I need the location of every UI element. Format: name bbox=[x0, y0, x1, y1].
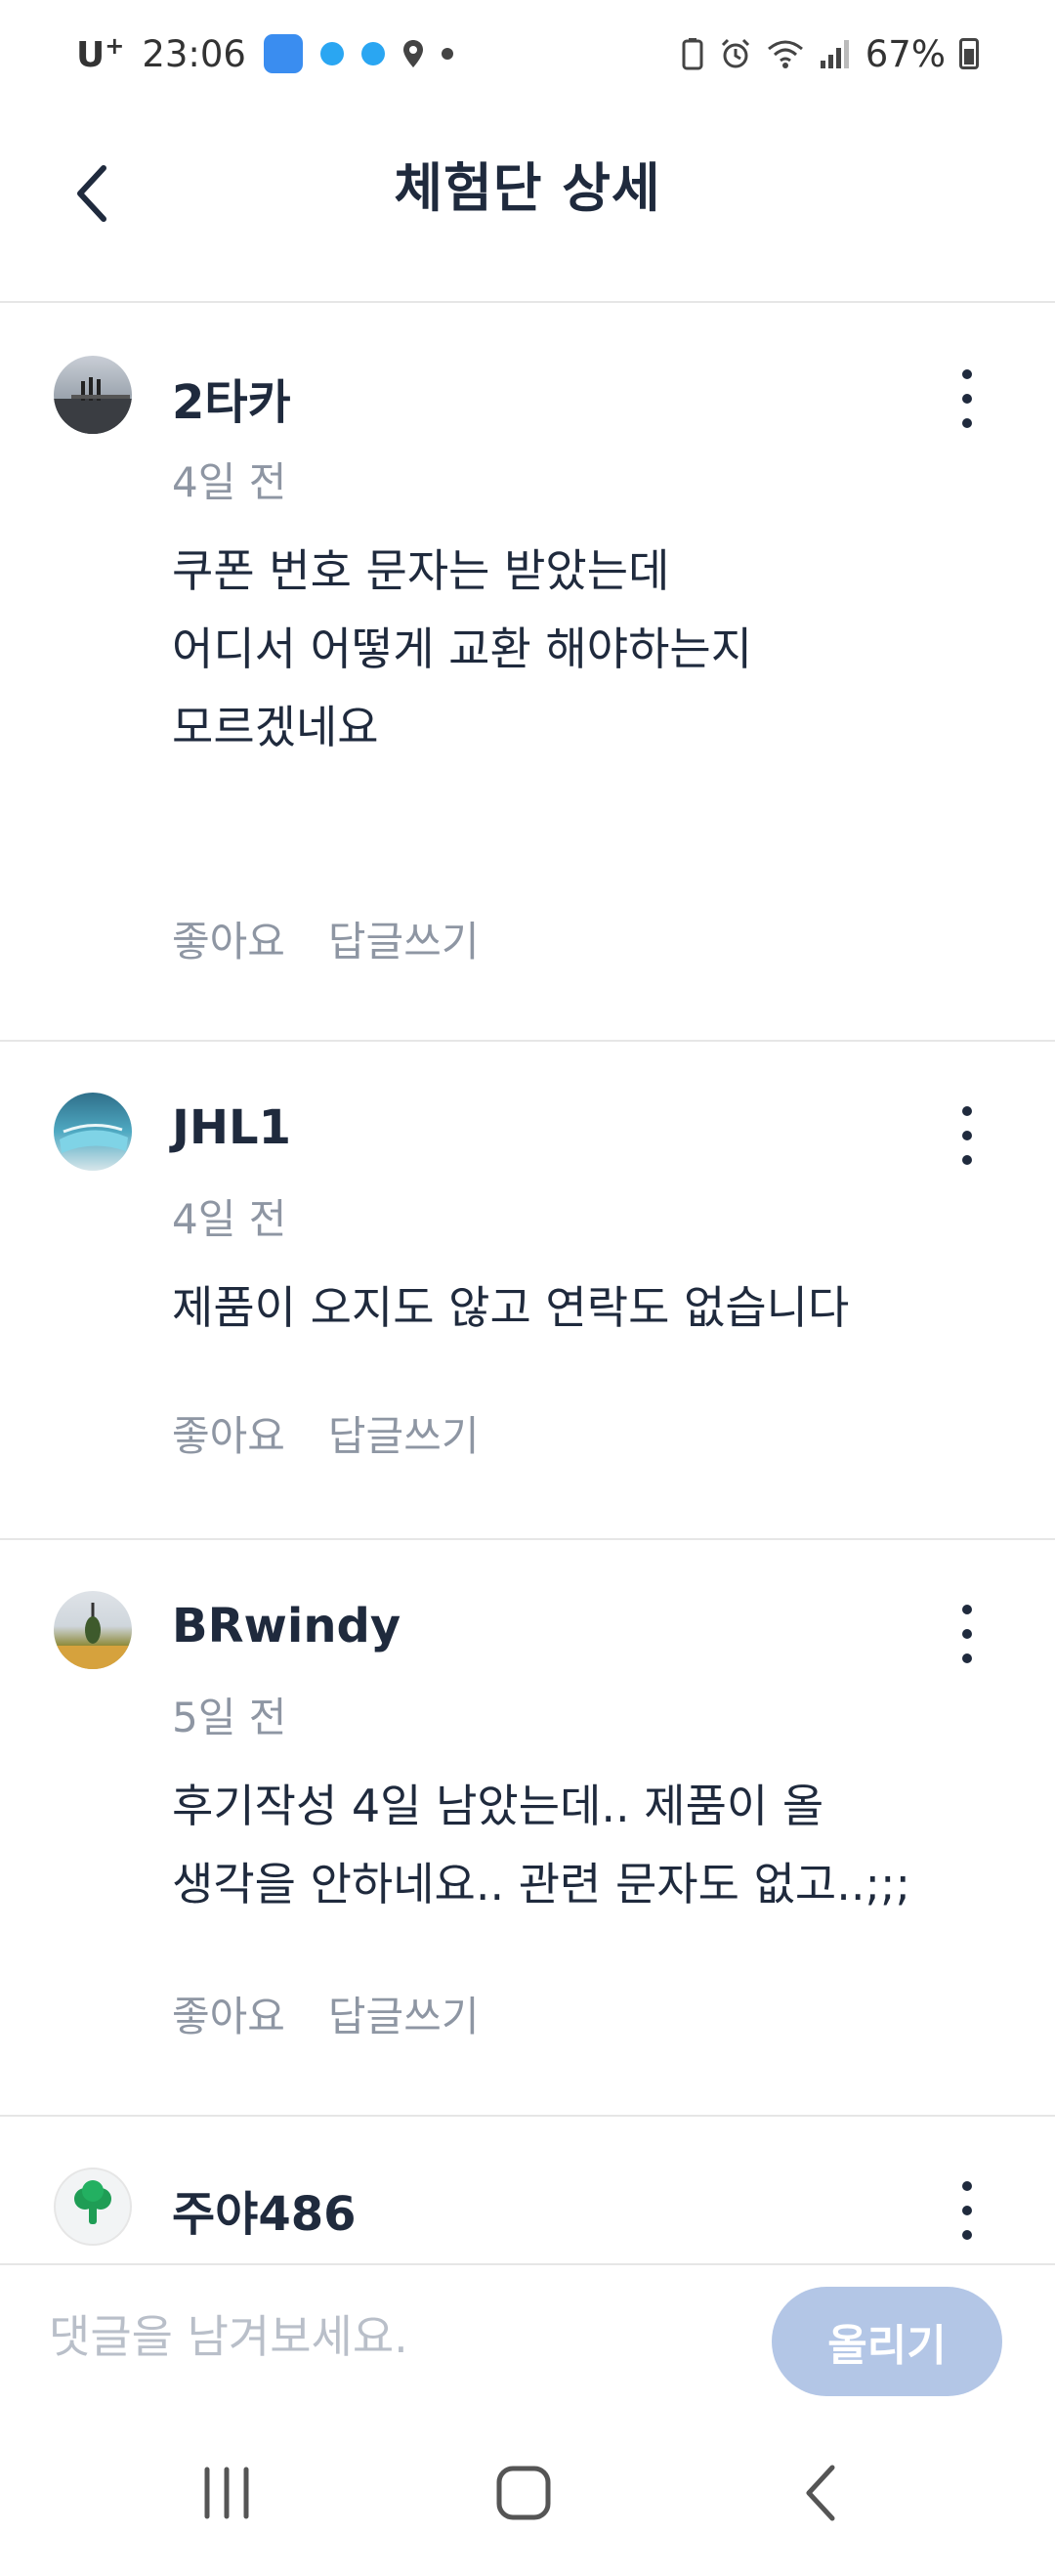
more-vertical-icon-dot bbox=[962, 1629, 972, 1639]
comment-time: 4일 전 bbox=[172, 458, 287, 506]
comment-username[interactable]: BRwindy bbox=[172, 1599, 401, 1653]
comment-item: BRwindy 5일 전 후기작성 4일 남았는데.. 제품이 올 생각을 안하… bbox=[0, 1540, 1055, 2117]
app-notification-icon bbox=[263, 34, 303, 73]
more-notifications-icon bbox=[441, 48, 453, 60]
more-vertical-icon-dot bbox=[962, 1155, 972, 1165]
battery-percent: 67% bbox=[865, 32, 946, 75]
avatar-image bbox=[60, 1124, 128, 1153]
broccoli-avatar-icon bbox=[74, 2180, 111, 2224]
comment-line: 쿠폰 번호 문자는 받았는데 bbox=[172, 544, 670, 597]
nav-back-button[interactable] bbox=[762, 2449, 879, 2537]
comment-actions: 좋아요 답글쓰기 bbox=[172, 909, 479, 968]
more-vertical-icon bbox=[962, 2181, 972, 2191]
comment-item: 2타카 4일 전 쿠폰 번호 문자는 받았는데 어디서 어떻게 교환 해야하는지… bbox=[0, 305, 1055, 1042]
status-left: U+ 23:06 bbox=[76, 32, 453, 75]
avatar[interactable] bbox=[54, 356, 132, 434]
more-vertical-icon-dot bbox=[962, 394, 972, 404]
app-header: 체험단 상세 bbox=[0, 107, 1055, 303]
comment-item: 주야486 bbox=[0, 2117, 1055, 2255]
like-button[interactable]: 좋아요 bbox=[172, 1984, 285, 2043]
comment-body: 후기작성 4일 남았는데.. 제품이 올 생각을 안하네요.. 관련 문자도 없… bbox=[172, 1767, 910, 1923]
comment-body: 쿠폰 번호 문자는 받았는데 어디서 어떻게 교환 해야하는지 모르겠네요 bbox=[172, 532, 752, 766]
cloud-notification-icon bbox=[319, 42, 344, 65]
comment-username[interactable]: JHL1 bbox=[172, 1100, 291, 1155]
battery-icon bbox=[959, 38, 979, 69]
comment-body: 제품이 오지도 않고 연락도 없습니다 bbox=[172, 1268, 849, 1347]
comment-line: 제품이 오지도 않고 연락도 없습니다 bbox=[172, 1281, 850, 1334]
recent-apps-icon bbox=[204, 2467, 249, 2519]
more-vertical-icon-dot bbox=[962, 418, 972, 428]
like-button[interactable]: 좋아요 bbox=[172, 1403, 285, 1463]
comment-input[interactable] bbox=[49, 2293, 733, 2381]
more-options-button[interactable] bbox=[948, 1106, 987, 1165]
status-right: 67% bbox=[680, 33, 979, 75]
post-comment-button[interactable]: 올리기 bbox=[772, 2287, 1002, 2396]
comment-line: 후기작성 4일 남았는데.. 제품이 올 bbox=[172, 1780, 824, 1832]
reply-button[interactable]: 답글쓰기 bbox=[328, 1403, 480, 1463]
comment-list: 2타카 4일 전 쿠폰 번호 문자는 받았는데 어디서 어떻게 교환 해야하는지… bbox=[0, 305, 1055, 2255]
comment-time: 4일 전 bbox=[172, 1195, 287, 1243]
reply-button[interactable]: 답글쓰기 bbox=[328, 1984, 480, 2043]
nav-back-icon bbox=[806, 2465, 835, 2521]
cloud-notification-icon-2 bbox=[360, 42, 385, 65]
avatar-image bbox=[54, 1603, 132, 1669]
comment-input-bar: 올리기 bbox=[0, 2263, 1055, 2410]
comment-line: 생각을 안하네요.. 관련 문자도 없고..;;; bbox=[172, 1858, 910, 1911]
more-options-button[interactable] bbox=[948, 369, 987, 428]
avatar[interactable] bbox=[54, 2168, 132, 2246]
wifi-icon bbox=[767, 40, 803, 68]
more-vertical-icon-dot bbox=[962, 2206, 972, 2215]
system-nav-bar bbox=[0, 2410, 1055, 2576]
status-time: 23:06 bbox=[142, 32, 246, 75]
comment-line: 어디서 어떻게 교환 해야하는지 bbox=[172, 623, 753, 675]
more-options-button[interactable] bbox=[948, 2181, 987, 2240]
comment-item: JHL1 4일 전 제품이 오지도 않고 연락도 없습니다 좋아요 답글쓰기 bbox=[0, 1042, 1055, 1540]
page-title: 체험단 상세 bbox=[394, 157, 661, 219]
comment-time: 5일 전 bbox=[172, 1694, 287, 1741]
more-vertical-icon bbox=[962, 1106, 972, 1116]
more-vertical-icon bbox=[962, 1605, 972, 1614]
comment-actions: 좋아요 답글쓰기 bbox=[172, 1403, 479, 1463]
more-vertical-icon-dot bbox=[962, 1653, 972, 1663]
carrier-label: U+ bbox=[76, 32, 125, 75]
avatar-image bbox=[54, 377, 132, 434]
comment-username[interactable]: 2타카 bbox=[172, 364, 291, 432]
comment-actions: 좋아요 답글쓰기 bbox=[172, 1984, 479, 2043]
more-options-button[interactable] bbox=[948, 1605, 987, 1663]
like-button[interactable]: 좋아요 bbox=[172, 909, 285, 968]
battery-saver-icon bbox=[682, 38, 703, 70]
recent-apps-button[interactable] bbox=[168, 2449, 285, 2537]
home-button[interactable] bbox=[465, 2449, 582, 2537]
alarm-icon bbox=[721, 38, 749, 68]
location-icon bbox=[402, 40, 423, 67]
reply-button[interactable]: 답글쓰기 bbox=[328, 909, 480, 968]
screen: U+ 23:06 67% 체험단 상세 2타카 4일 전 쿠폰 번호 문자는 받… bbox=[0, 0, 1055, 2576]
avatar[interactable] bbox=[54, 1093, 132, 1171]
comment-username[interactable]: 주야486 bbox=[172, 2175, 357, 2244]
signal-icon bbox=[820, 40, 849, 68]
more-vertical-icon-dot bbox=[962, 1131, 972, 1140]
status-bar: U+ 23:06 67% bbox=[0, 0, 1055, 107]
more-vertical-icon bbox=[962, 369, 972, 379]
comment-line: 모르겠네요 bbox=[172, 701, 379, 753]
home-icon bbox=[496, 2466, 551, 2520]
avatar[interactable] bbox=[54, 1591, 132, 1669]
more-vertical-icon-dot bbox=[962, 2230, 972, 2240]
